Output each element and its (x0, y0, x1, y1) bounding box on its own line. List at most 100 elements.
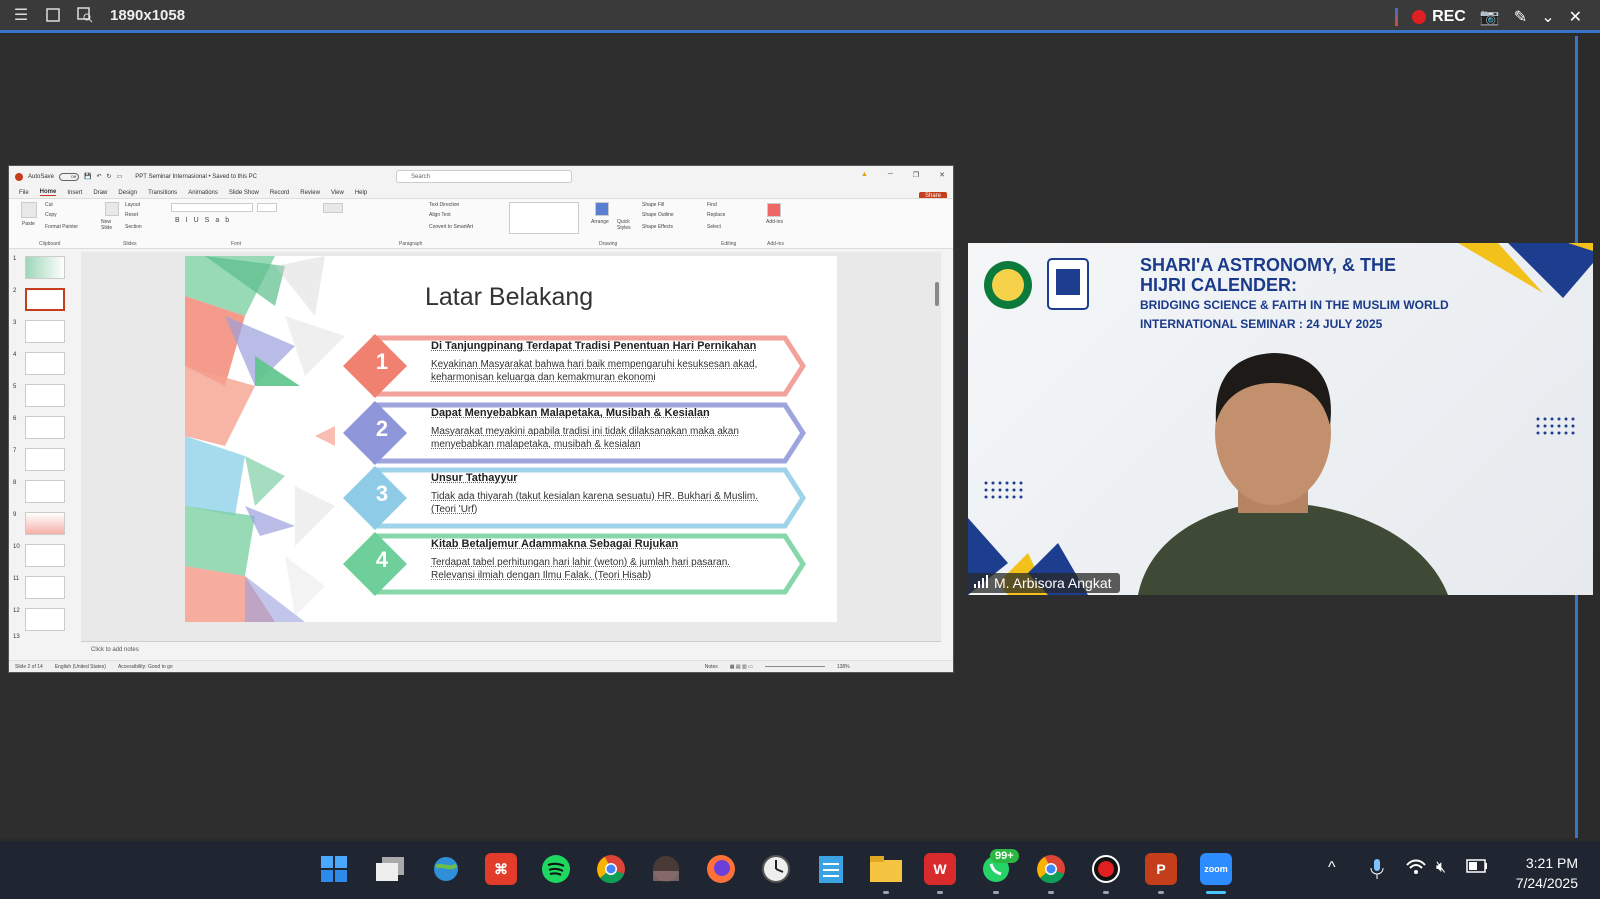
zoom-icon[interactable]: zoom (1200, 853, 1232, 885)
slide-thumbnail[interactable] (25, 352, 65, 375)
chevron-up-icon[interactable]: ^ (1328, 859, 1336, 877)
region-select-icon[interactable] (74, 6, 96, 24)
tab-file[interactable]: File (19, 190, 29, 196)
paste-icon[interactable] (21, 202, 37, 218)
cut-button[interactable]: Cut (45, 202, 53, 208)
notes-field[interactable]: Click to add notes (81, 641, 941, 658)
add-ins-button[interactable]: Add-ins (766, 219, 783, 225)
tab-draw[interactable]: Draw (93, 190, 107, 196)
participant-video[interactable]: SHARI'A ASTRONOMY, & THE HIJRI CALENDER:… (968, 243, 1593, 595)
camera-icon[interactable]: 📷 (1480, 7, 1500, 27)
task-view-icon[interactable] (374, 853, 406, 885)
slide-thumbnail[interactable] (25, 384, 65, 407)
tab-insert[interactable]: Insert (67, 190, 82, 196)
tab-record[interactable]: Record (270, 190, 289, 196)
firefox-icon[interactable] (705, 853, 737, 885)
bullets-icon[interactable] (323, 203, 343, 213)
slide-thumbnail[interactable] (25, 576, 65, 599)
undo-icon[interactable]: ↶ (97, 173, 102, 180)
layout-button[interactable]: Layout (125, 202, 140, 208)
shape-outline-button[interactable]: Shape Outline (642, 212, 674, 218)
view-buttons[interactable]: ▦ ▤ ▥ ▭ (730, 664, 753, 670)
shapes-gallery[interactable] (509, 202, 579, 234)
battery-icon[interactable] (1466, 859, 1488, 878)
maximize-icon[interactable]: ❐ (913, 171, 919, 179)
tab-help[interactable]: Help (355, 190, 367, 196)
language-label[interactable]: English (United States) (55, 664, 106, 670)
slide-thumbnail[interactable] (25, 256, 65, 279)
tab-slide-show[interactable]: Slide Show (229, 190, 259, 196)
slide-thumbnail[interactable] (25, 320, 65, 343)
app-icon[interactable] (650, 853, 682, 885)
minimize-icon[interactable]: ─ (888, 171, 893, 179)
tab-transitions[interactable]: Transitions (148, 190, 177, 196)
slide-thumbnail[interactable] (25, 544, 65, 567)
screen-recorder-icon[interactable] (1090, 853, 1122, 885)
new-slide-icon[interactable] (105, 202, 119, 216)
font-name-field[interactable] (171, 203, 253, 212)
redo-icon[interactable]: ↻ (107, 173, 112, 180)
system-clock[interactable]: 3:21 PM 7/24/2025 (1516, 853, 1578, 893)
quick-styles-button[interactable]: Quick Styles (617, 219, 637, 231)
present-icon[interactable]: ▭ (117, 173, 123, 180)
tab-design[interactable]: Design (118, 190, 137, 196)
arrange-icon[interactable] (595, 202, 609, 216)
microphone-icon[interactable] (1370, 859, 1384, 884)
tab-review[interactable]: Review (300, 190, 320, 196)
warning-icon[interactable]: ▲ (861, 171, 868, 179)
arrange-button[interactable]: Arrange (591, 219, 609, 225)
paste-button[interactable]: Paste (22, 221, 35, 227)
slide-thumbnail[interactable] (25, 512, 65, 535)
section-button[interactable]: Section (125, 224, 142, 230)
speaker-muted-icon[interactable]: 🔇︎ (1436, 859, 1446, 877)
slide-thumbnail[interactable] (25, 608, 65, 631)
add-ins-icon[interactable] (767, 203, 781, 217)
accessibility-label[interactable]: Accessibility: Good to go (118, 664, 173, 670)
convert-smartart-button[interactable]: Convert to SmartArt (429, 224, 473, 230)
windows-start-icon[interactable] (318, 853, 350, 885)
scrollbar-thumb[interactable] (935, 282, 939, 306)
slide-thumbnail[interactable] (25, 448, 65, 471)
close-window-icon[interactable]: ✕ (939, 171, 945, 179)
reset-button[interactable]: Reset (125, 212, 138, 218)
pen-icon[interactable]: ✎ (1514, 7, 1527, 27)
font-size-field[interactable] (257, 203, 277, 212)
globe-app-icon[interactable] (430, 853, 462, 885)
close-icon[interactable]: ✕ (1569, 7, 1582, 27)
pdf-app-icon[interactable]: ⌘ (485, 853, 517, 885)
window-select-icon[interactable] (42, 6, 64, 24)
slide-canvas[interactable]: Latar Belakang 1 Di Tanjungpinang Terdap… (185, 256, 837, 622)
tab-view[interactable]: View (331, 190, 344, 196)
zoom-level[interactable]: 138% (837, 664, 850, 670)
tab-home[interactable]: Home (39, 189, 57, 196)
slide-thumbnail[interactable] (25, 416, 65, 439)
notes-button[interactable]: Notes (705, 664, 718, 670)
tab-animations[interactable]: Animations (188, 190, 218, 196)
select-button[interactable]: Select (707, 224, 721, 230)
file-explorer-icon[interactable] (870, 853, 902, 885)
zoom-slider[interactable] (764, 666, 825, 667)
vertical-scrollbar[interactable] (935, 252, 939, 622)
powerpoint-icon[interactable]: P (1145, 853, 1177, 885)
collapse-icon[interactable]: ⌄ (1541, 7, 1554, 27)
slide-thumbnail-selected[interactable] (25, 288, 65, 311)
autosave-toggle[interactable]: Off (59, 172, 80, 181)
shape-effects-button[interactable]: Shape Effects (642, 224, 673, 230)
text-direction-button[interactable]: Text Direction (429, 202, 459, 208)
save-icon[interactable]: 💾 (84, 173, 91, 180)
wifi-icon[interactable] (1406, 859, 1426, 880)
shape-fill-button[interactable]: Shape Fill (642, 202, 664, 208)
find-button[interactable]: Find (707, 202, 717, 208)
chrome-profile-icon[interactable] (1035, 853, 1067, 885)
doc-title[interactable]: PPT Seminar Internasional • Saved to thi… (135, 174, 257, 180)
copy-button[interactable]: Copy (45, 212, 57, 218)
search-input[interactable]: Search (396, 170, 572, 183)
new-slide-button[interactable]: New Slide (101, 219, 123, 231)
format-painter-button[interactable]: Format Painter (45, 224, 78, 230)
replace-button[interactable]: Replace (707, 212, 725, 218)
chrome-icon[interactable] (595, 853, 627, 885)
font-format-buttons[interactable]: BIUSab (175, 217, 235, 224)
notepad-icon[interactable] (815, 853, 847, 885)
wps-office-icon[interactable]: W (924, 853, 956, 885)
align-text-button[interactable]: Align Text (429, 212, 451, 218)
